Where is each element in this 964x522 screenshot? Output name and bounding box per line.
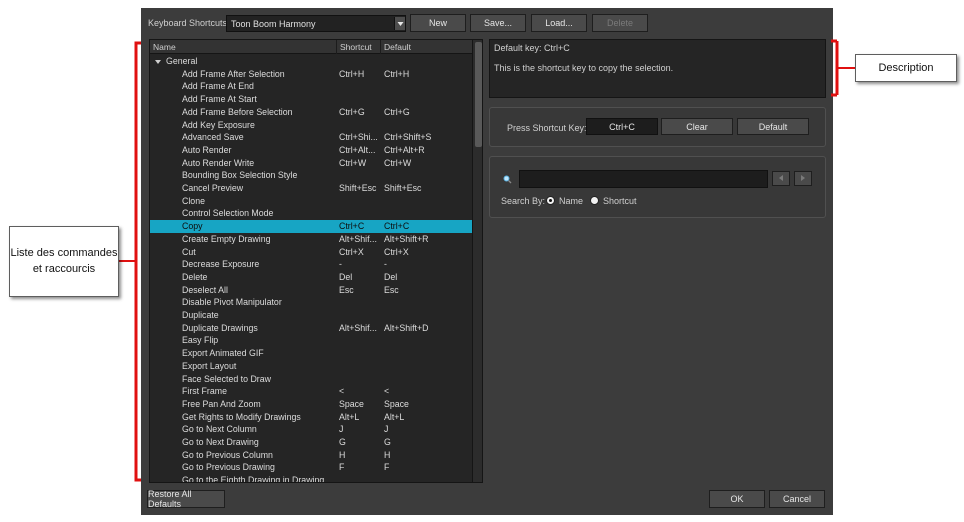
description-callout: Description xyxy=(855,54,957,82)
annotation-overlay xyxy=(119,39,855,482)
list-bracket xyxy=(134,41,141,482)
list-callout: Liste des commandes et raccourcis xyxy=(9,226,119,297)
